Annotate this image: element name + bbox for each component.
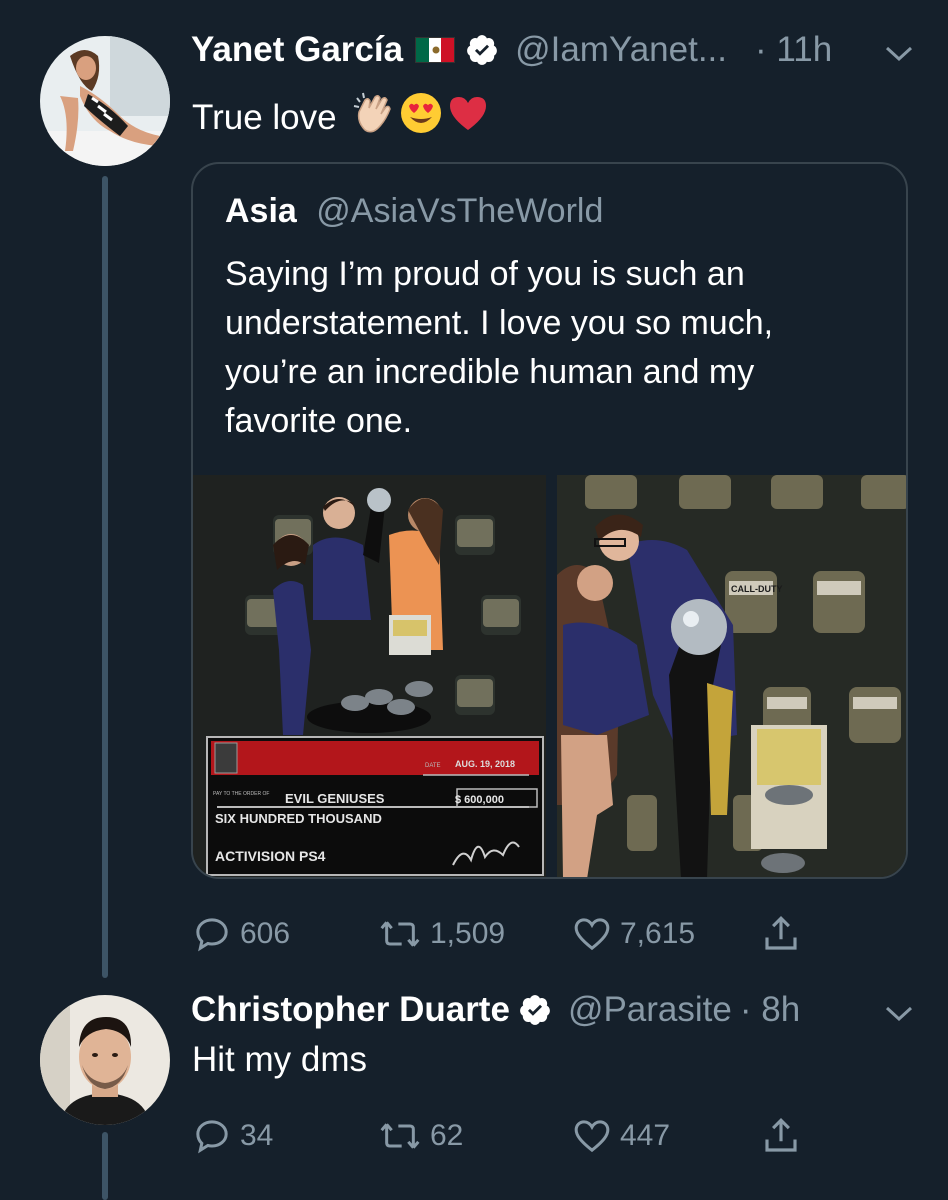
- chevron-down-icon[interactable]: [884, 44, 914, 69]
- reply-count: 606: [240, 917, 291, 950]
- tweet-text: Hit my dms: [192, 1040, 367, 1079]
- check-amount: $ 600,000: [455, 794, 504, 806]
- red-heart-icon: [447, 93, 489, 142]
- heart-icon: [574, 1120, 610, 1153]
- tweet-actions: 34 62 447: [192, 1114, 812, 1160]
- tweet-text-content: True love: [192, 97, 337, 137]
- quote-text-line: understatement. I love you so much,: [225, 304, 774, 342]
- backdrop-logo: CALL-DUTY: [731, 584, 783, 594]
- thread-line: [102, 1132, 108, 1200]
- verified-badge-icon: [518, 993, 552, 1027]
- thread-line: [102, 176, 108, 978]
- like-count: 7,615: [620, 917, 696, 950]
- quoted-tweet[interactable]: Asia @AsiaVsTheWorld Saying I’m proud of…: [191, 162, 908, 879]
- chevron-down-icon[interactable]: [884, 1004, 914, 1029]
- like-button[interactable]: 447: [572, 1116, 670, 1156]
- like-count: 447: [620, 1119, 671, 1152]
- tweet-header: Christopher Duarte @Parasite · 8h: [191, 990, 800, 1030]
- check-date: AUG. 19, 2018: [455, 759, 515, 769]
- check-amount-words: SIX HUNDRED THOUSAND: [215, 811, 382, 826]
- heart-icon: [574, 918, 610, 951]
- heart-eyes-icon: [399, 91, 443, 144]
- quote-display-name[interactable]: Asia: [225, 192, 297, 230]
- quote-text-line: you’re an incredible human and my: [225, 353, 755, 391]
- display-name[interactable]: Yanet García: [191, 30, 403, 70]
- like-button[interactable]: 7,615: [572, 914, 695, 954]
- check-sponsors: ACTIVISION PS4: [215, 848, 326, 864]
- mexico-flag-icon: [415, 37, 456, 63]
- retweet-count: 1,509: [430, 917, 506, 950]
- retweet-button[interactable]: 1,509: [378, 914, 505, 954]
- retweet-count: 62: [430, 1119, 464, 1152]
- tweet-text: True love: [192, 90, 489, 145]
- quote-text-line: favorite one.: [225, 402, 413, 440]
- check-payee: EVIL GENIUSES: [285, 791, 385, 806]
- tweet-actions: 606 1,509 7,615: [192, 912, 812, 958]
- avatar[interactable]: [40, 36, 170, 166]
- check-pay-to-label: PAY TO THE ORDER OF: [213, 791, 269, 797]
- retweet-button[interactable]: 62: [378, 1116, 463, 1156]
- share-button[interactable]: [760, 912, 802, 956]
- timestamp[interactable]: · 8h: [740, 990, 800, 1030]
- reply-icon: [196, 918, 228, 952]
- user-handle[interactable]: @IamYanet...: [515, 30, 727, 70]
- reply-count: 34: [240, 1119, 274, 1152]
- share-icon: [765, 916, 797, 950]
- retweet-icon: [380, 1123, 420, 1149]
- reply-button[interactable]: 606: [192, 914, 290, 954]
- retweet-icon: [380, 921, 420, 947]
- check-date-label: DATE: [425, 763, 441, 769]
- reply-button[interactable]: 34: [192, 1116, 273, 1156]
- quote-text-line: Saying I’m proud of you is such an: [225, 255, 745, 293]
- quote-text: Saying I’m proud of you is such an under…: [225, 250, 885, 446]
- reply-icon: [196, 1120, 228, 1154]
- quote-user-handle[interactable]: @AsiaVsTheWorld: [316, 192, 603, 230]
- avatar[interactable]: [40, 995, 170, 1125]
- trophy-kiss-photo[interactable]: CALL-DUTY: [557, 475, 908, 879]
- share-button[interactable]: [760, 1114, 802, 1158]
- quote-media[interactable]: AUG. 19, 2018 DATE PAY TO THE ORDER OF E…: [193, 475, 908, 879]
- user-handle[interactable]: @Parasite: [568, 990, 732, 1030]
- quote-header: Asia @AsiaVsTheWorld: [225, 192, 603, 231]
- verified-badge-icon: [465, 33, 499, 67]
- share-icon: [765, 1118, 797, 1152]
- trophy-check-photo[interactable]: AUG. 19, 2018 DATE PAY TO THE ORDER OF E…: [193, 475, 546, 879]
- tweet-header: Yanet García @IamYanet... · 11h: [191, 30, 832, 70]
- clap-icon: [351, 90, 397, 145]
- timestamp[interactable]: · 11h: [755, 30, 832, 70]
- display-name[interactable]: Christopher Duarte: [191, 990, 510, 1030]
